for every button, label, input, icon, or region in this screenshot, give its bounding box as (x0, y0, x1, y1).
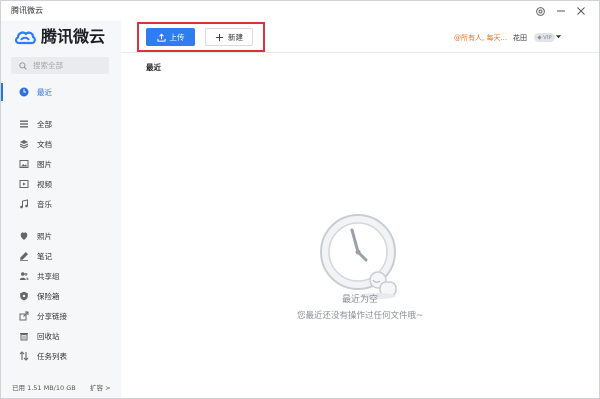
users-icon (18, 270, 30, 282)
sidebar-item-vault[interactable]: 保险箱 (1, 287, 121, 305)
title-bar: 腾讯微云 (1, 1, 599, 21)
settings-icon[interactable] (533, 4, 547, 18)
sidebar-item-label: 笔记 (37, 251, 52, 261)
new-label: 新建 (228, 32, 243, 42)
sidebar-item-docs[interactable]: 文档 (1, 135, 121, 153)
window-title: 腾讯微云 (11, 6, 43, 15)
main-content: 上传 新建 @所有人, 每天... 花田 VIP 最近 最近为空 您最近还没有操… (121, 21, 599, 398)
sidebar-item-label: 保险箱 (37, 291, 60, 301)
sidebar-item-label: 视频 (37, 179, 52, 189)
logo-text: 腾讯微云 (41, 27, 106, 46)
search-input[interactable]: 搜索全部 (11, 57, 109, 74)
new-button[interactable]: 新建 (205, 28, 253, 46)
expand-storage-link[interactable]: 扩容 > (90, 382, 111, 392)
sidebar-item-notes[interactable]: 笔记 (1, 247, 121, 265)
shield-icon (18, 290, 30, 302)
sidebar-item-music[interactable]: 音乐 (1, 195, 121, 213)
upload-button[interactable]: 上传 (146, 28, 195, 46)
logo: 腾讯微云 (14, 28, 105, 46)
storage-footer: 已用 1.51 MB/10 GB 扩容 > (1, 376, 121, 398)
empty-clock-illustration (320, 214, 397, 299)
sidebar-item-all[interactable]: 全部 (1, 115, 121, 133)
diamond-icon (537, 35, 542, 40)
sidebar-item-share-group[interactable]: 共享组 (1, 267, 121, 285)
sidebar-item-label: 图片 (37, 159, 52, 169)
sidebar-item-photos[interactable]: 照片 (1, 227, 121, 245)
music-icon (18, 198, 30, 210)
chevron-down-icon[interactable] (555, 33, 562, 42)
active-indicator (1, 83, 3, 101)
sidebar: 腾讯微云 搜索全部 最近 全部 文档 图片 视频 音乐 照片 笔记 共享组 保险… (1, 21, 121, 398)
sidebar-item-label: 任务列表 (37, 351, 67, 361)
upload-label: 上传 (169, 32, 185, 42)
vip-label: VIP (543, 34, 552, 41)
section-title: 最近 (146, 63, 161, 72)
sidebar-item-label: 回收站 (37, 331, 60, 341)
pen-icon (18, 250, 30, 262)
clock-icon (18, 86, 30, 98)
sidebar-item-share-link[interactable]: 分享链接 (1, 307, 121, 325)
sidebar-item-label: 分享链接 (37, 311, 67, 321)
close-icon[interactable] (574, 4, 588, 18)
sidebar-item-label: 共享组 (37, 271, 60, 281)
layers-icon (18, 138, 30, 150)
search-placeholder: 搜索全部 (33, 61, 63, 70)
image-icon (18, 158, 30, 170)
sidebar-item-images[interactable]: 图片 (1, 155, 121, 173)
leaf-icon (18, 230, 30, 242)
notice-link[interactable]: @所有人, 每天... (454, 33, 507, 43)
sidebar-item-label: 文档 (37, 139, 52, 149)
minimize-icon[interactable] (554, 4, 568, 18)
empty-subtitle: 您最近还没有操作过任何文件哦~ (296, 311, 424, 321)
sidebar-item-label: 音乐 (37, 199, 52, 209)
plus-icon (215, 33, 224, 41)
sidebar-item-recent[interactable]: 最近 (1, 83, 121, 101)
share-icon (18, 310, 30, 322)
vip-badge: VIP (534, 33, 555, 42)
transfer-icon (18, 350, 30, 362)
app-window: 腾讯微云 腾讯微云 搜索全部 最近 全部 文档 图片 视频 音乐 照片 笔记 共… (0, 0, 600, 399)
sidebar-item-label: 全部 (37, 119, 52, 129)
list-icon (18, 118, 30, 130)
sidebar-item-trash[interactable]: 回收站 (1, 327, 121, 345)
sidebar-item-tasks[interactable]: 任务列表 (1, 347, 121, 365)
trash-icon (18, 330, 30, 342)
video-icon (18, 178, 30, 190)
toolbar: 上传 新建 @所有人, 每天... 花田 VIP (121, 21, 599, 53)
upload-icon (156, 33, 166, 42)
empty-title: 最近为空 (341, 295, 378, 305)
storage-usage: 已用 1.51 MB/10 GB (12, 384, 76, 392)
search-icon (19, 61, 27, 70)
sidebar-item-label: 最近 (37, 87, 52, 97)
sidebar-item-label: 照片 (37, 231, 52, 241)
cloud-logo-icon (14, 31, 36, 45)
user-name[interactable]: 花田 (513, 33, 527, 43)
sidebar-item-video[interactable]: 视频 (1, 175, 121, 193)
